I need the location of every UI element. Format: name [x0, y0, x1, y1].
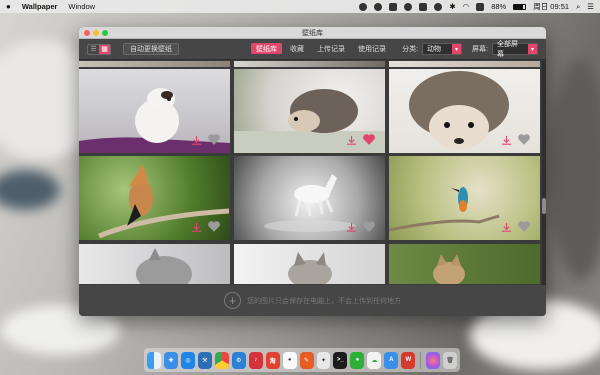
wallpaper-thumbnail[interactable]: [389, 156, 540, 240]
apple-icon[interactable]: ●: [6, 2, 11, 11]
heart-icon[interactable]: [517, 133, 531, 146]
wps-icon[interactable]: W: [401, 351, 416, 369]
category-select[interactable]: 动物 ▾: [422, 43, 463, 55]
wallpaper-thumbnail[interactable]: [79, 69, 230, 153]
xcode-icon[interactable]: ⚒: [197, 351, 212, 369]
minimize-window-button[interactable]: [93, 30, 99, 36]
heart-icon[interactable]: [362, 133, 376, 146]
clock[interactable]: 周日 09:51: [533, 1, 569, 12]
battery-icon[interactable]: [513, 3, 527, 10]
chevron-down-icon: ▾: [452, 44, 462, 54]
wifi-icon[interactable]: ◠: [463, 2, 470, 11]
category-label: 分类:: [402, 46, 419, 53]
wallpaper-thumbnail[interactable]: [234, 69, 385, 153]
list-view-icon[interactable]: ☰: [88, 45, 99, 54]
download-icon[interactable]: [346, 135, 357, 146]
wallpaper-thumbnail[interactable]: [79, 61, 230, 67]
close-window-button[interactable]: [84, 30, 90, 36]
wallpaper-grid: [79, 61, 542, 285]
scrollbar[interactable]: [542, 61, 546, 285]
tab-wallpaper-library[interactable]: 壁纸库: [251, 43, 282, 54]
launchpad-icon[interactable]: ✚: [163, 351, 178, 369]
download-icon[interactable]: [191, 135, 202, 146]
desktop-wallpaper-stone: [0, 170, 60, 210]
zoom-window-button[interactable]: [102, 30, 108, 36]
wallpaper-thumbnail[interactable]: [389, 244, 540, 284]
desktop-wallpaper-stone: [550, 60, 600, 280]
tab-favorites[interactable]: 收藏: [285, 43, 309, 54]
add-wallpaper-button[interactable]: +: [224, 292, 241, 309]
photos-icon[interactable]: ⚙: [231, 351, 246, 369]
status-icon[interactable]: [404, 2, 413, 11]
chrome-icon[interactable]: [214, 351, 229, 369]
notification-center-icon[interactable]: ☰: [587, 2, 594, 11]
status-icon[interactable]: [419, 2, 428, 11]
wallpaper-thumbnail[interactable]: [234, 156, 385, 240]
wechat-icon[interactable]: ●: [350, 351, 365, 369]
wallpaper-thumbnail[interactable]: [234, 244, 385, 284]
screen-label: 屏幕:: [472, 46, 488, 53]
screen-value: 全部屏幕: [497, 41, 518, 58]
terminal-icon[interactable]: >_: [333, 351, 348, 369]
pencil-app-icon[interactable]: ✎: [299, 351, 314, 369]
download-icon[interactable]: [501, 135, 512, 146]
window-title: 壁纸库: [302, 29, 323, 37]
download-icon[interactable]: [346, 222, 357, 233]
status-icon[interactable]: [374, 2, 383, 11]
menu-bar: ● Wallpaper Window ✱ ◠ 88% 周日 09:51 ⌕ ☰: [0, 0, 600, 13]
status-icon[interactable]: [434, 2, 443, 11]
dock-separator: [420, 351, 422, 369]
status-icon[interactable]: [389, 2, 398, 11]
trash-icon[interactable]: 🗑: [443, 351, 457, 369]
wallpaper-thumbnail[interactable]: [79, 156, 230, 240]
chevron-down-icon: ▾: [528, 44, 537, 54]
footer-note: 您的图片只会保存在电脑上，不会上传到任何地方: [247, 297, 401, 305]
heart-icon[interactable]: [517, 220, 531, 233]
kitten-image: [433, 254, 465, 284]
compass-icon[interactable]: ✦: [316, 351, 331, 369]
menu-window[interactable]: Window: [68, 2, 95, 11]
finder-icon[interactable]: [147, 351, 161, 369]
messages-icon[interactable]: ☁: [367, 351, 382, 369]
wallpaper-window: 壁纸库 ☰ ▦ 自动更换壁纸 壁纸库 收藏 上传记录 使用记录 分类: 动物 ▾…: [79, 27, 546, 316]
filters: 分类: 动物 ▾ 屏幕: 全部屏幕 ▾: [402, 41, 538, 58]
download-icon[interactable]: [191, 222, 202, 233]
safari-icon[interactable]: ◎: [180, 351, 195, 369]
toolbar: ☰ ▦ 自动更换壁纸 壁纸库 收藏 上传记录 使用记录 分类: 动物 ▾ 屏幕:…: [79, 39, 546, 60]
heart-icon[interactable]: [207, 220, 221, 233]
app-store-icon[interactable]: A: [384, 351, 399, 369]
auto-change-wallpaper-button[interactable]: 自动更换壁纸: [123, 43, 179, 55]
menu-app-name[interactable]: Wallpaper: [22, 2, 58, 11]
dock: ✚ ◎ ⚒ ⚙ ♪ 淘 ◕ ✎ ✦ >_ ● ☁ A W 🗑: [144, 348, 460, 372]
battery-percent[interactable]: 88%: [491, 2, 506, 11]
wallpaper-thumbnail[interactable]: [389, 69, 540, 153]
status-icon[interactable]: [359, 2, 368, 11]
input-source-icon[interactable]: [476, 2, 485, 11]
grid-view-icon[interactable]: ▦: [99, 44, 110, 54]
tab-usage-history[interactable]: 使用记录: [353, 43, 391, 54]
kitten-image: [136, 248, 192, 284]
scrollbar-thumb[interactable]: [542, 198, 546, 214]
screen-select[interactable]: 全部屏幕 ▾: [492, 41, 538, 58]
wallpaper-thumbnail[interactable]: [389, 61, 540, 67]
title-bar: 壁纸库: [79, 27, 546, 39]
qq-icon[interactable]: ◕: [282, 351, 297, 369]
search-icon[interactable]: ⌕: [576, 2, 580, 12]
wallpaper-app-icon[interactable]: [426, 351, 441, 369]
download-icon[interactable]: [501, 222, 512, 233]
bluetooth-icon[interactable]: ✱: [449, 2, 455, 11]
taobao-icon[interactable]: 淘: [265, 351, 280, 369]
wallpaper-thumbnail[interactable]: [79, 244, 230, 284]
heart-icon[interactable]: [207, 133, 221, 146]
tab-bar: 壁纸库 收藏 上传记录 使用记录: [251, 43, 391, 54]
category-value: 动物: [427, 46, 442, 53]
netease-music-icon[interactable]: ♪: [248, 351, 263, 369]
view-toggle: ☰ ▦: [87, 43, 111, 55]
footer-bar: + 您的图片只会保存在电脑上，不会上传到任何地方: [79, 285, 546, 316]
heart-icon[interactable]: [362, 220, 376, 233]
tab-upload-history[interactable]: 上传记录: [312, 43, 350, 54]
kitten-image: [288, 252, 332, 284]
wallpaper-thumbnail[interactable]: [234, 61, 385, 67]
